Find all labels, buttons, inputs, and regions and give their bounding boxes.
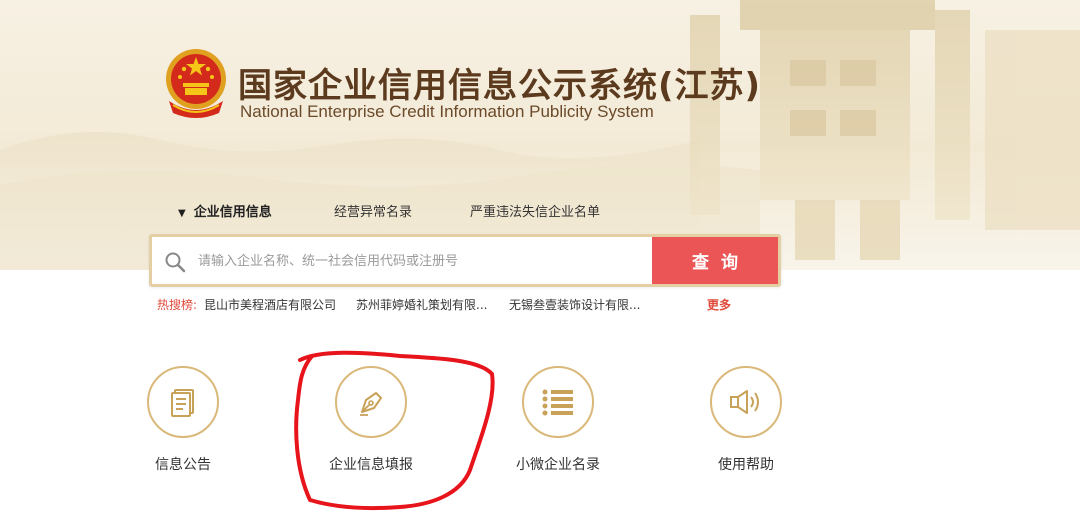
monument-background-illustration [0,0,1080,270]
tab-abnormal-operations-list[interactable]: 经营异常名录 [334,201,412,220]
function-info-announcement[interactable]: 信息公告 [113,366,253,474]
speaker-icon [730,390,759,414]
function-enterprise-info-filing[interactable]: 企业信息填报 [301,366,441,474]
site-title: 国家企业信用信息公示系统(江苏) [238,66,762,106]
tab-enterprise-credit-info[interactable]: ▼ 企业信用信息 [178,201,272,220]
search-icon [165,252,186,273]
function-icon-circle [147,366,219,438]
header-banner: 国家企业信用信息公示系统(江苏) National Enterprise Cre… [0,0,1080,270]
function-label: 企业信息填报 [329,457,413,473]
function-small-micro-enterprise-list[interactable]: 小微企业名录 [488,366,628,474]
hot-search-item[interactable]: 苏州菲婷婚礼策划有限... [356,296,487,313]
search-button[interactable]: 查询 [652,237,778,284]
caret-down-icon: ▼ [178,208,186,219]
document-icon [171,389,194,417]
function-label: 信息公告 [155,457,211,473]
site-subtitle-english: National Enterprise Credit Information P… [240,102,654,121]
search-bar: 查询 [149,234,781,287]
function-label: 使用帮助 [718,457,774,473]
hot-search-list: 热搜榜: 昆山市美程酒店有限公司 苏州菲婷婚礼策划有限... 无锡叁壹装饰设计有… [157,296,731,313]
tab-serious-violations-list[interactable]: 严重违法失信企业名单 [470,201,600,220]
list-icon [542,389,573,416]
hot-search-item[interactable]: 昆山市美程酒店有限公司 [204,296,336,313]
national-emblem-icon [166,49,226,118]
tab-label: 企业信用信息 [193,205,272,220]
function-icon-circle [710,366,782,438]
function-icon-circle [522,366,594,438]
hot-search-more-link[interactable]: 更多 [707,296,731,313]
pen-nib-icon [360,392,382,416]
function-icon-circle [335,366,407,438]
hot-search-item[interactable]: 无锡叁壹装饰设计有限... [509,296,640,313]
function-label: 小微企业名录 [516,457,600,473]
function-help[interactable]: 使用帮助 [676,366,816,474]
hot-search-label: 热搜榜: [157,298,198,312]
search-input[interactable] [198,247,638,275]
